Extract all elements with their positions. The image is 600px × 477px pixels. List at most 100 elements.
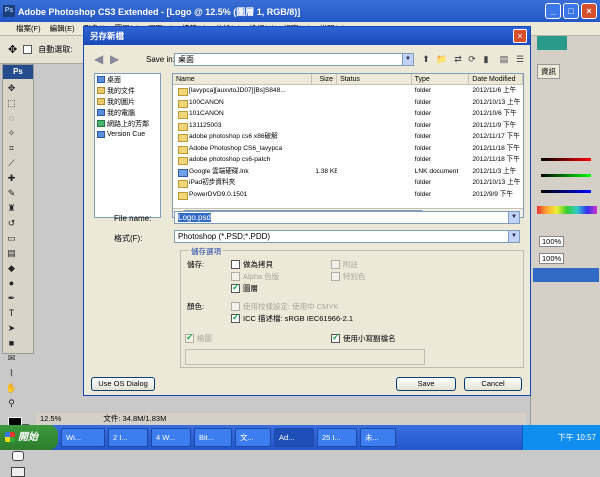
screen-mode-icon[interactable]	[11, 467, 25, 477]
hand-tool-icon[interactable]: ✋	[5, 382, 18, 395]
column-date[interactable]: Date Modified	[469, 74, 523, 84]
zoom-tool-icon[interactable]: ⚲	[5, 397, 18, 410]
column-size[interactable]: Size	[312, 74, 338, 84]
layers-option[interactable]: 圖層	[231, 282, 258, 294]
color-slider-red[interactable]	[541, 158, 591, 161]
taskbar-item[interactable]: Wi...	[61, 428, 105, 447]
color-slider-blue[interactable]	[541, 190, 591, 193]
move-tool-icon[interactable]: ✥	[5, 82, 18, 95]
file-row[interactable]: PowerDVD9.0.1501 folder 2012/9/9 下午	[173, 189, 523, 201]
selected-layer-row[interactable]	[533, 268, 599, 282]
move-tool-icon[interactable]: ✥	[8, 43, 17, 56]
gradient-tool-icon[interactable]: ▤	[5, 247, 18, 260]
taskbar-item[interactable]: 4 W...	[151, 428, 191, 447]
save-button[interactable]: Save	[396, 377, 456, 391]
file-row[interactable]: 101CANON folder 2012/10/6 下午	[173, 108, 523, 120]
auto-select-checkbox[interactable]	[23, 45, 33, 54]
fill-field[interactable]: 100%	[539, 253, 565, 264]
taskbar-item[interactable]: 未...	[360, 428, 396, 447]
blur-tool-icon[interactable]: ◆	[5, 262, 18, 275]
file-row[interactable]: adobe photoshop cs6 x86破解 folder 2012/11/1…	[173, 131, 523, 143]
pen-tool-icon[interactable]: ✒	[5, 292, 18, 305]
menu-edit[interactable]: 編輯(E)	[50, 23, 75, 34]
taskbar-item[interactable]: 25 I...	[317, 428, 357, 447]
start-button[interactable]: 開始	[0, 425, 58, 450]
color-label: 顏色:	[187, 302, 205, 311]
close-button[interactable]: ×	[581, 3, 597, 19]
crop-tool-icon[interactable]: ⌗	[5, 142, 18, 155]
swatch-strip[interactable]	[537, 206, 597, 214]
tools-icon[interactable]: ☰	[514, 54, 526, 65]
column-type[interactable]: Type	[412, 74, 470, 84]
layers-checkbox[interactable]	[231, 282, 240, 293]
dodge-tool-icon[interactable]: ●	[5, 277, 18, 290]
taskbar-item[interactable]: 文...	[235, 428, 271, 447]
icc-profile-option[interactable]: ICC 描述檔: sRGB IEC61966-2.1	[231, 312, 353, 324]
cancel-button[interactable]: Cancel	[464, 377, 522, 391]
type-tool-icon[interactable]: T	[5, 307, 18, 320]
column-status[interactable]: Status	[337, 74, 412, 84]
icc-profile-checkbox[interactable]	[231, 312, 240, 323]
brush-tool-icon[interactable]: ✎	[5, 187, 18, 200]
as-copy-checkbox[interactable]	[231, 260, 240, 269]
place-network[interactable]: 網路上的芳鄰	[95, 118, 160, 129]
format-dropdown[interactable]: Photoshop (*.PSD;*.PDD) ▼	[174, 230, 520, 243]
healing-brush-icon[interactable]: ✚	[5, 172, 18, 185]
marquee-tool-icon[interactable]: ⬚	[5, 97, 18, 110]
save-options-title: 儲存選項	[189, 246, 223, 257]
file-size-cell	[312, 189, 337, 201]
eyedropper-icon[interactable]: ⌇	[5, 367, 18, 380]
opacity-field[interactable]: 100%	[539, 236, 565, 247]
maximize-button[interactable]: □	[563, 3, 579, 19]
lowercase-ext-option[interactable]: 使用小寫副檔名	[331, 332, 396, 344]
color-slider-green[interactable]	[541, 174, 591, 177]
history-brush-icon[interactable]: ↺	[5, 217, 18, 230]
place-my-pictures[interactable]: 我的圖片	[95, 96, 160, 107]
up-folder-icon[interactable]: ⬆	[420, 54, 432, 65]
slice-tool-icon[interactable]: ⟋	[5, 157, 18, 170]
magic-wand-icon[interactable]: ✧	[5, 127, 18, 140]
taskbar-item[interactable]: 2 I...	[108, 428, 148, 447]
notes-tool-icon[interactable]: ✉	[5, 352, 18, 365]
clone-stamp-icon[interactable]: ♜	[5, 202, 18, 215]
zoom-level[interactable]: 12.5%	[40, 414, 61, 423]
use-os-dialog-button[interactable]: Use OS Dialog	[91, 377, 155, 391]
file-row[interactable]: iPad初步資料夾 folder 2012/10/13 上午	[173, 177, 523, 189]
file-row[interactable]: Adobe Photoshop CS6_lavypca folder 2012/11…	[173, 143, 523, 155]
delete-icon[interactable]: ▮	[480, 54, 492, 65]
new-folder-icon[interactable]: 📁	[436, 54, 448, 65]
taskbar-item[interactable]: Ad...	[274, 428, 314, 447]
minimize-button[interactable]: _	[545, 3, 561, 19]
info-panel-tab[interactable]: 資訊	[537, 64, 560, 79]
file-row[interactable]: [lavypca][auxvtoJD07][Bs]S848... folder 20…	[173, 85, 523, 97]
file-name-input[interactable]: Logo.psd ▼	[174, 211, 520, 224]
computer-icon	[97, 109, 105, 116]
eraser-tool-icon[interactable]: ▭	[5, 232, 18, 245]
dialog-close-button[interactable]: ×	[513, 29, 527, 43]
place-my-documents[interactable]: 我的文件	[95, 85, 160, 96]
place-version-cue[interactable]: Version Cue	[95, 129, 160, 140]
forward-arrow-icon[interactable]: ▶	[110, 52, 119, 66]
save-options-group: 儲存選項 儲存: 做為拷貝 附註 Alpha 色版 特別色 圖層 顏色: 使用校…	[180, 246, 524, 368]
quick-mask-icon[interactable]	[12, 451, 24, 461]
taskbar-item[interactable]: Bit...	[194, 428, 232, 447]
file-row[interactable]: 131125003 folder 2012/11/9 下午	[173, 120, 523, 132]
place-my-computer[interactable]: 我的電腦	[95, 107, 160, 118]
lowercase-ext-checkbox[interactable]	[331, 332, 340, 343]
path-select-icon[interactable]: ➤	[5, 322, 18, 335]
as-copy-option[interactable]: 做為拷貝	[231, 259, 273, 270]
file-row[interactable]: adobe photoshop cs6-patch folder 2012/11/1…	[173, 154, 523, 166]
back-arrow-icon[interactable]: ◀	[94, 52, 103, 66]
menu-file[interactable]: 檔案(F)	[16, 23, 41, 34]
file-row[interactable]: 100CANON folder 2012/10/13 上午	[173, 97, 523, 109]
file-status-cell	[337, 166, 412, 178]
shape-tool-icon[interactable]: ■	[5, 337, 18, 350]
file-row[interactable]: Google 雲端硬碟.lnk 1.38 KB LNK document 2012/1…	[173, 166, 523, 178]
refresh-icon[interactable]: ⟳	[466, 54, 478, 65]
lasso-tool-icon[interactable]: ◌	[5, 112, 18, 125]
views-icon[interactable]: ▤	[498, 54, 510, 65]
column-name[interactable]: Name	[173, 74, 313, 84]
network-icon[interactable]: ⇄	[452, 54, 464, 65]
save-in-dropdown[interactable]: 桌面 ▼	[174, 53, 414, 66]
place-desktop[interactable]: 桌面	[95, 74, 160, 85]
